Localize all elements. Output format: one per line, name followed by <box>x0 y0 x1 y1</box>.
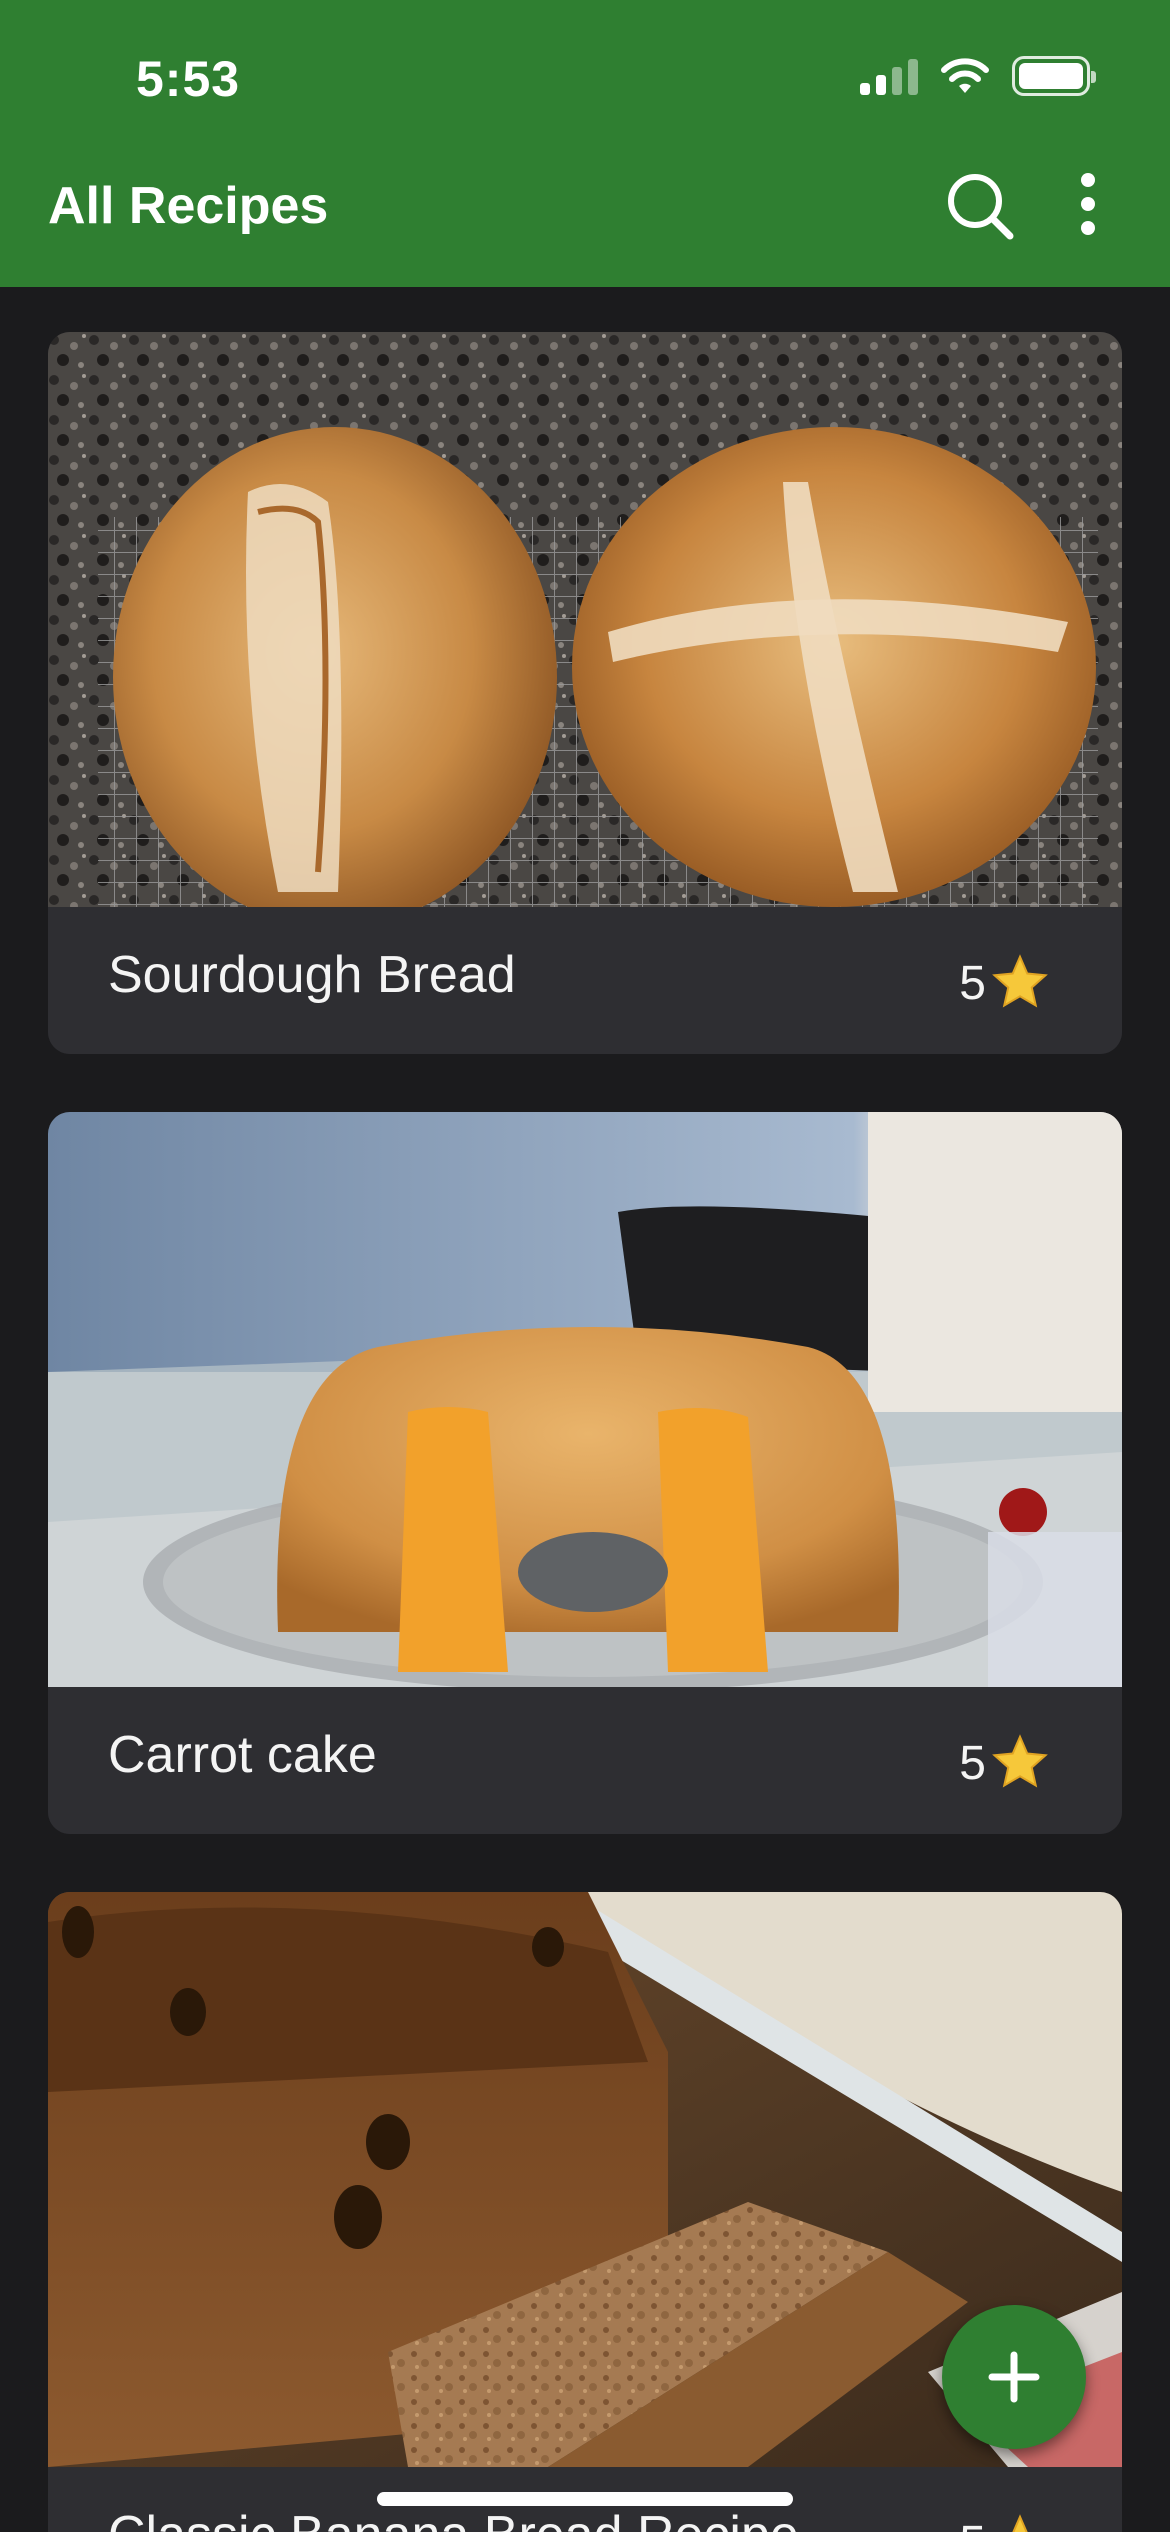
recipe-card[interactable]: Carrot cake 5 <box>48 1112 1122 1834</box>
rating-value: 5 <box>959 956 986 1010</box>
status-time: 5:53 <box>136 51 241 107</box>
status-icons <box>860 56 1096 96</box>
more-options-button[interactable] <box>1060 166 1116 246</box>
recipe-photo <box>48 332 1122 907</box>
wifi-icon <box>941 58 989 93</box>
star-icon <box>1012 2514 1028 2532</box>
recipe-photo <box>48 1112 1122 1687</box>
recipe-rating: 5 <box>959 2513 1050 2532</box>
search-button[interactable] <box>940 166 1020 246</box>
recipe-rating: 5 <box>959 1733 1050 1793</box>
home-indicator[interactable] <box>377 2492 793 2506</box>
recipe-info: Carrot cake 5 <box>48 1687 1122 1834</box>
recipe-card[interactable]: Classic Banana Bread Recipe 5 <box>48 1892 1122 2532</box>
page-title: All Recipes <box>48 177 329 235</box>
search-icon <box>948 174 1014 240</box>
more-vertical-icon <box>1081 173 1095 235</box>
battery-icon <box>1012 56 1096 96</box>
recipe-info: Sourdough Bread 5 <box>48 907 1122 1054</box>
app-header: 5:53 All Recipes <box>0 0 1170 287</box>
recipe-title: Sourdough Bread <box>108 946 516 1004</box>
recipe-rating: 5 <box>959 953 1050 1013</box>
recipe-title: Carrot cake <box>108 1726 377 1784</box>
plus-icon <box>988 2351 1040 2403</box>
star-icon <box>992 1734 1048 1788</box>
recipe-card[interactable]: Sourdough Bread 5 <box>48 332 1122 1054</box>
rating-value: 5 <box>959 1736 986 1790</box>
rating-value: 5 <box>959 2516 986 2532</box>
star-icon <box>992 954 1048 1008</box>
cellular-signal-icon <box>860 57 918 95</box>
recipe-title: Classic Banana Bread Recipe <box>108 2505 799 2532</box>
add-recipe-button[interactable] <box>942 2305 1086 2449</box>
